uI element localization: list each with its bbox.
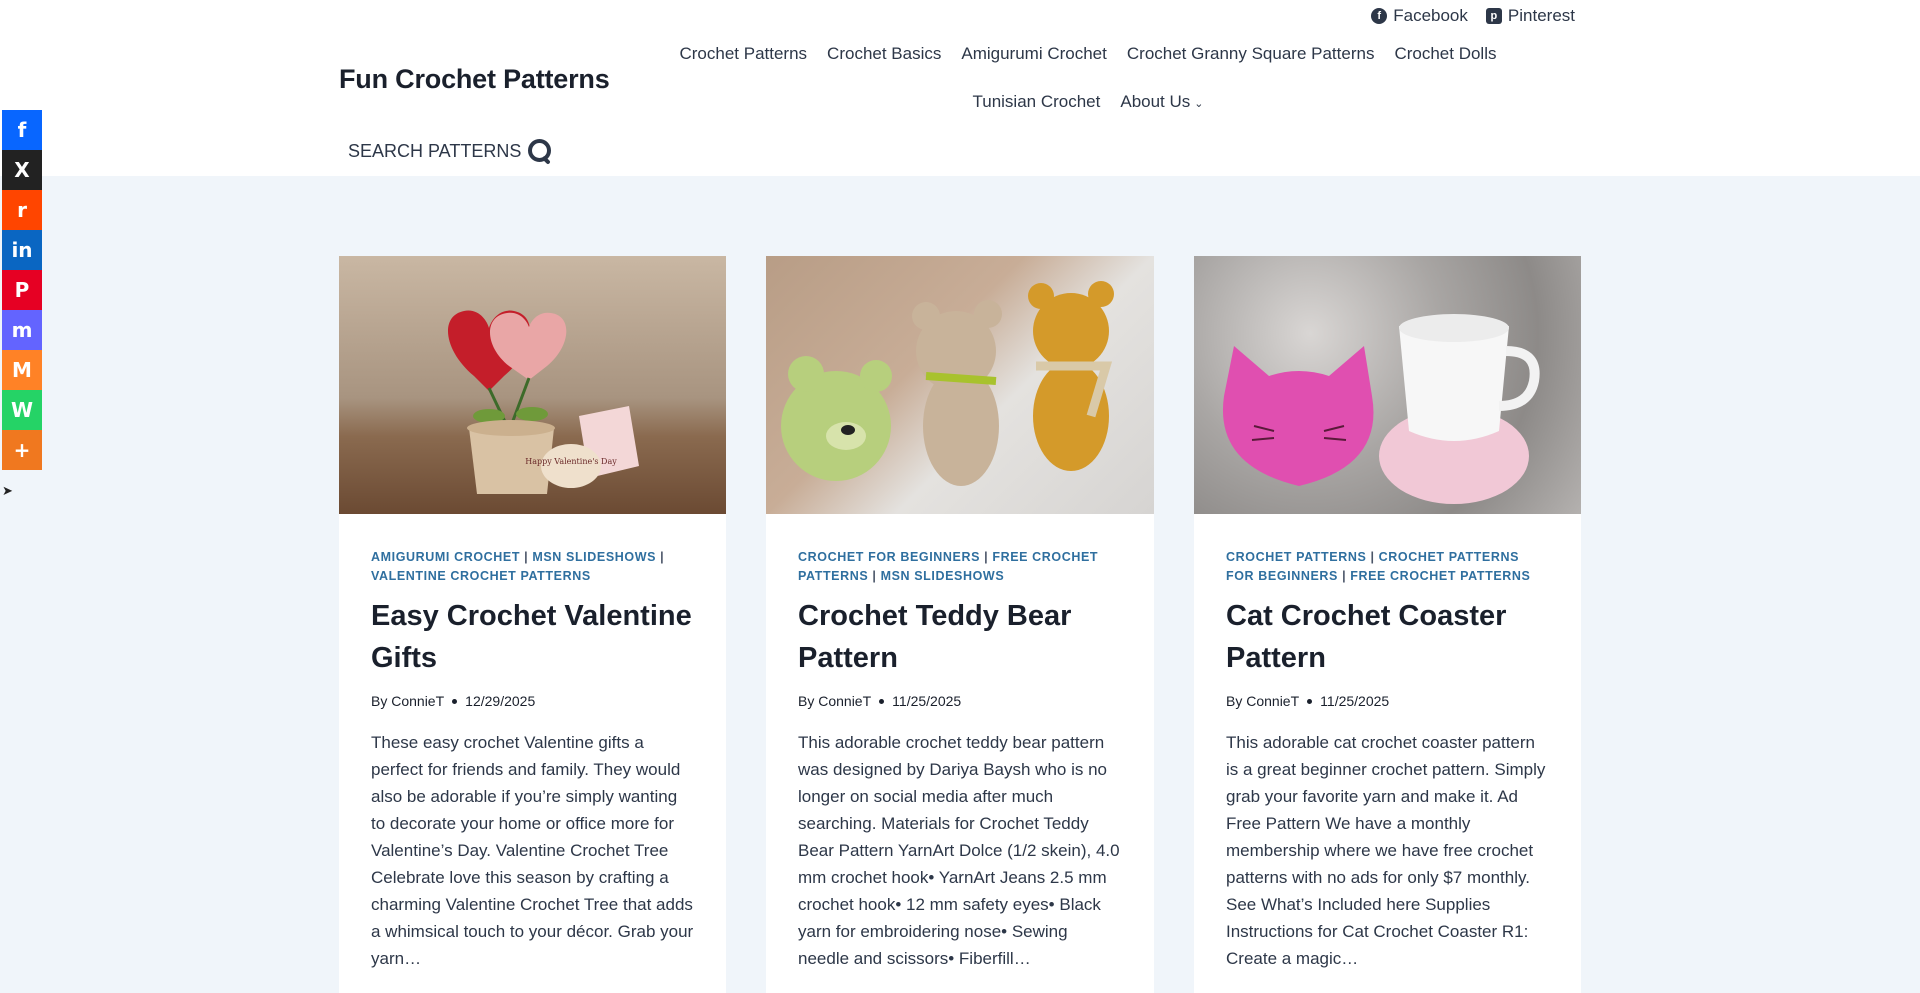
post-thumbnail[interactable]: Happy Valentine's Day — [339, 256, 726, 514]
valentine-image-caption: Happy Valentine's Day — [525, 457, 617, 466]
post-thumbnail[interactable] — [1194, 256, 1581, 514]
post-author[interactable]: By ConnieT — [371, 693, 444, 709]
post-meta: By ConnieT 12/29/2025 — [371, 693, 694, 709]
nav-item-about-us[interactable]: About Us ⌄ — [1110, 92, 1213, 114]
post-title[interactable]: Cat Crochet Coaster Pattern — [1226, 595, 1549, 679]
post-categories: CROCHET FOR BEGINNERS | FREE CROCHET PAT… — [798, 550, 1099, 583]
post-excerpt: These easy crochet Valentine gifts a per… — [371, 733, 694, 968]
mastodon-share-button[interactable]: m — [2, 310, 42, 350]
linkedin-icon: in — [11, 238, 33, 262]
post-meta: By ConnieT 11/25/2025 — [1226, 693, 1549, 709]
nav-item-about-us-label: About Us — [1120, 92, 1191, 111]
post-date: 11/25/2025 — [892, 693, 962, 709]
valentine-hearts-image: Happy Valentine's Day — [447, 310, 639, 494]
site-title[interactable]: Fun Crochet Patterns — [339, 64, 610, 95]
post-meta: By ConnieT 11/25/2025 — [798, 693, 1122, 709]
post-excerpt: This adorable crochet teddy bear pattern… — [798, 733, 1120, 968]
search-patterns-label: SEARCH PATTERNS — [348, 140, 522, 161]
mix-share-button[interactable]: M — [2, 350, 42, 390]
meta-separator — [1307, 698, 1313, 704]
category-link[interactable]: CROCHET PATTERNS — [1226, 550, 1366, 564]
post-author[interactable]: By ConnieT — [1226, 693, 1299, 709]
pinterest-icon: p — [1485, 8, 1502, 24]
linkedin-share-button[interactable]: in — [2, 230, 42, 270]
site-header: f Facebook p Pinterest Fun Crochet Patte… — [0, 0, 1920, 176]
meta-separator — [879, 698, 885, 704]
category-link[interactable]: CROCHET FOR BEGINNERS — [798, 550, 980, 564]
more-share-button[interactable]: + — [2, 430, 42, 470]
facebook-share-button[interactable]: f — [2, 110, 42, 150]
pinterest-icon: P — [14, 278, 30, 302]
cat-coaster-image — [1222, 314, 1540, 504]
post-categories: CROCHET PATTERNS | CROCHET PATTERNS FOR … — [1226, 550, 1531, 583]
mix-icon: M — [12, 358, 32, 382]
header-social-links: f Facebook p Pinterest — [1371, 6, 1575, 26]
post-categories: AMIGURUMI CROCHET | MSN SLIDESHOWS | VAL… — [371, 550, 665, 583]
search-icon — [527, 138, 553, 164]
social-share-bar: f X r in P m M W + — [2, 110, 42, 470]
search-patterns-button[interactable]: SEARCH PATTERNS — [348, 138, 553, 164]
facebook-link[interactable]: f Facebook — [1371, 6, 1468, 26]
x-share-button[interactable]: X — [2, 150, 42, 190]
facebook-icon: f — [17, 118, 27, 142]
facebook-icon: f — [1371, 8, 1388, 24]
post-excerpt: This adorable cat crochet coaster patter… — [1226, 733, 1546, 968]
category-link[interactable]: MSN SLIDESHOWS — [881, 569, 1005, 583]
category-link[interactable]: FREE CROCHET PATTERNS — [1350, 569, 1530, 583]
nav-item-crochet-dolls[interactable]: Crochet Dolls — [1384, 44, 1506, 64]
post-card: Happy Valentine's Day AMIGURUMI CROCHET … — [339, 256, 726, 993]
nav-item-tunisian-crochet[interactable]: Tunisian Crochet — [962, 92, 1110, 114]
whatsapp-icon: W — [10, 398, 34, 422]
post-author[interactable]: By ConnieT — [798, 693, 871, 709]
post-thumbnail[interactable] — [766, 256, 1154, 514]
teddy-bears-image — [781, 281, 1114, 486]
chevron-down-icon: ⌄ — [1194, 98, 1204, 110]
nav-item-crochet-patterns[interactable]: Crochet Patterns — [669, 44, 817, 64]
main-nav: Crochet Patterns Crochet Basics Amigurum… — [668, 44, 1508, 114]
nav-item-crochet-basics[interactable]: Crochet Basics — [817, 44, 951, 64]
hide-sharebar-icon[interactable]: ➤ — [2, 483, 13, 499]
reddit-share-button[interactable]: r — [2, 190, 42, 230]
post-card: CROCHET PATTERNS | CROCHET PATTERNS FOR … — [1194, 256, 1581, 993]
post-card: CROCHET FOR BEGINNERS | FREE CROCHET PAT… — [766, 256, 1154, 993]
post-date: 12/29/2025 — [465, 693, 536, 709]
plus-icon: + — [13, 438, 31, 462]
x-icon: X — [14, 158, 30, 182]
nav-item-amigurumi-crochet[interactable]: Amigurumi Crochet — [951, 44, 1117, 64]
post-title[interactable]: Easy Crochet Valentine Gifts — [371, 595, 694, 679]
nav-item-granny-square[interactable]: Crochet Granny Square Patterns — [1117, 44, 1385, 64]
category-link[interactable]: VALENTINE CROCHET PATTERNS — [371, 569, 591, 583]
mastodon-icon: m — [11, 318, 33, 342]
category-link[interactable]: MSN SLIDESHOWS — [532, 550, 656, 564]
category-link[interactable]: AMIGURUMI CROCHET — [371, 550, 520, 564]
pinterest-share-button[interactable]: P — [2, 270, 42, 310]
pinterest-link-label: Pinterest — [1507, 6, 1575, 25]
post-date: 11/25/2025 — [1320, 693, 1390, 709]
pinterest-link[interactable]: p Pinterest — [1485, 6, 1575, 26]
whatsapp-share-button[interactable]: W — [2, 390, 42, 430]
reddit-icon: r — [17, 198, 27, 222]
meta-separator — [452, 698, 458, 704]
post-title[interactable]: Crochet Teddy Bear Pattern — [798, 595, 1122, 679]
facebook-link-label: Facebook — [1393, 6, 1468, 25]
